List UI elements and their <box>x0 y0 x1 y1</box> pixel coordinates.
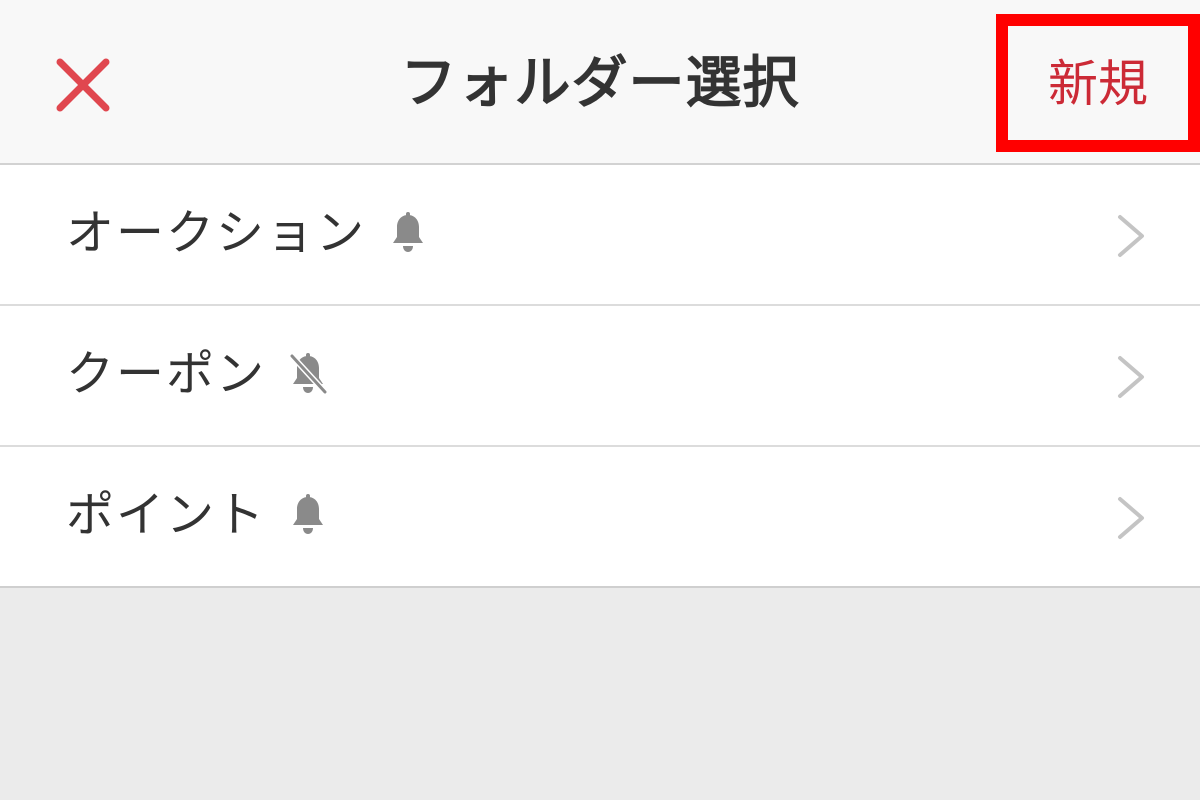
chevron-right-icon <box>1118 356 1144 398</box>
empty-background-area <box>0 589 1200 800</box>
folder-list: オークション クーポン ポイント <box>0 165 1200 588</box>
folder-item-content: ポイント <box>66 485 328 545</box>
new-folder-label: 新規 <box>1048 55 1148 113</box>
folder-item-content: クーポン <box>66 344 329 404</box>
folder-item-coupon[interactable]: クーポン <box>0 306 1200 447</box>
folder-item-label: クーポン <box>66 346 267 402</box>
folder-item-content: オークション <box>66 203 428 263</box>
new-folder-button[interactable]: 新規 <box>996 14 1200 152</box>
folder-item-label: オークション <box>66 205 367 261</box>
folder-item-auction[interactable]: オークション <box>0 165 1200 306</box>
chevron-right-icon <box>1118 497 1144 539</box>
header-bar: フォルダー選択 新規 <box>0 0 1200 165</box>
folder-item-point[interactable]: ポイント <box>0 447 1200 588</box>
bell-icon <box>293 494 324 534</box>
bell-icon <box>393 212 424 252</box>
bell-off-icon <box>289 353 329 395</box>
chevron-right-icon <box>1118 215 1144 257</box>
folder-item-label: ポイント <box>66 487 267 543</box>
